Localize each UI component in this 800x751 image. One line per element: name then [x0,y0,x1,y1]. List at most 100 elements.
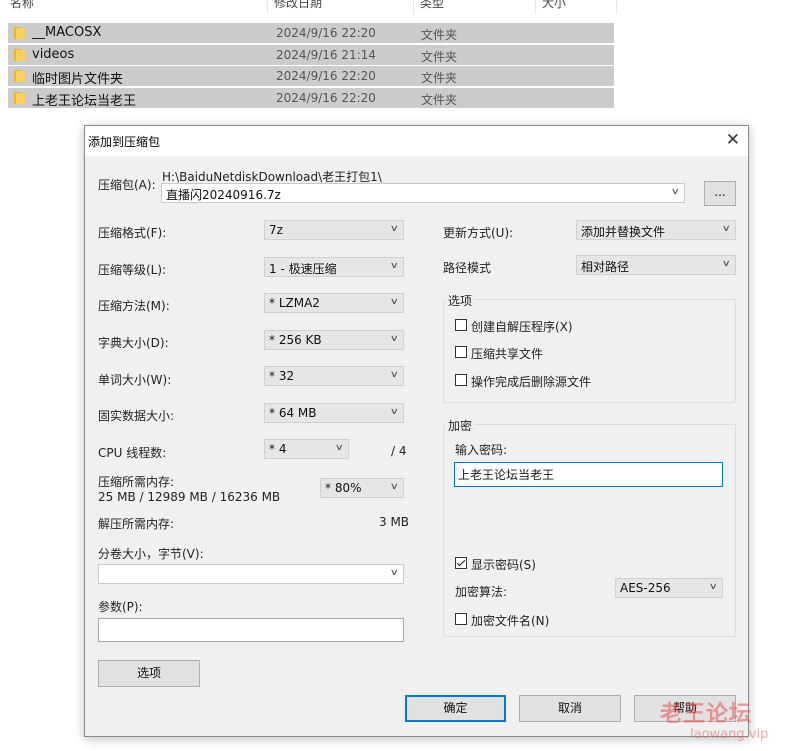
checkbox-icon[interactable] [455,319,467,331]
chevron-down-icon: ∨ [390,482,400,492]
pathmode-value: 相对路径 [581,260,630,274]
update-label: 更新方式(U): [443,226,514,240]
chevron-down-icon: ∨ [390,334,400,344]
format-select[interactable]: 7z ∨ [264,220,404,240]
folder-icon [14,92,25,104]
mem-decomp-value: 3 MB [379,515,410,529]
chevron-down-icon: ∨ [390,261,400,271]
archive-name-combo[interactable]: 直播闪20240916.7z ∨ [161,183,685,203]
mem-comp-value: 25 MB / 12989 MB / 16236 MB [98,490,281,504]
pathmode-label: 路径模式 [443,261,492,275]
file-name: videos [32,47,75,62]
params-input[interactable] [98,618,404,642]
params-label: 参数(P): [98,600,143,614]
chevron-down-icon: ∨ [671,187,681,197]
file-row[interactable]: videos 2024/9/16 21:14 文件夹 [8,45,614,65]
chevron-down-icon: ∨ [709,582,719,592]
encrypt-names-label[interactable]: 加密文件名(N) [471,612,549,629]
method-label: 压缩方法(M): [98,299,170,313]
file-date: 2024/9/16 21:14 [276,48,376,62]
password-input[interactable]: 上老王论坛当老王 [454,462,723,487]
chevron-down-icon: ∨ [390,370,400,380]
dict-label: 字典大小(D): [98,336,169,350]
shared-checkbox-label[interactable]: 压缩共享文件 [471,345,543,362]
column-divider[interactable] [535,0,536,14]
password-value: 上老王论坛当老王 [458,468,555,482]
chevron-down-icon: ∨ [335,443,345,453]
word-select[interactable]: * 32 ∨ [264,366,404,386]
format-value: 7z [269,223,283,237]
file-row[interactable]: 上老王论坛当老王 2024/9/16 22:20 文件夹 [8,88,614,109]
password-label: 输入密码: [455,443,508,457]
file-date: 2024/9/16 22:20 [276,91,376,105]
column-header-size[interactable]: 大小 [542,0,566,11]
watermark-url: laowang.vip [690,727,769,742]
dialog-title: 添加到压缩包 [88,135,161,149]
dict-select[interactable]: * 256 KB ∨ [264,330,404,350]
column-divider[interactable] [267,0,268,14]
cancel-button[interactable]: 取消 [519,695,621,722]
folder-icon [14,27,25,39]
level-value: 1 - 极速压缩 [269,262,337,276]
options-button[interactable]: 选项 [98,660,200,687]
close-icon[interactable]: ✕ [726,130,740,150]
file-name: 上老王论坛当老王 [32,94,137,109]
browse-button[interactable]: ... [704,181,736,206]
show-password-label[interactable]: 显示密码(S) [471,556,536,573]
format-label: 压缩格式(F): [98,226,167,240]
word-label: 单词大小(W): [98,373,172,387]
chevron-down-icon: ∨ [390,224,400,234]
delete-after-checkbox-label[interactable]: 操作完成后删除源文件 [471,373,591,390]
pathmode-select[interactable]: 相对路径 ∨ [576,255,736,275]
column-header-modified[interactable]: 修改日期 [274,0,322,11]
checkbox-icon[interactable] [455,557,467,569]
checkbox-icon[interactable] [455,613,467,625]
enc-method-select[interactable]: AES-256 ∨ [615,578,723,598]
watermark-logo: 老王论坛 [660,702,753,727]
file-type: 文件夹 [421,50,458,64]
threads-select[interactable]: * 4 ∨ [264,439,349,459]
threads-value: * 4 [269,442,287,456]
level-label: 压缩等级(L): [98,263,167,277]
chevron-down-icon: ∨ [390,568,400,578]
column-header-name[interactable]: 名称 [10,0,34,11]
solid-select[interactable]: * 64 MB ∨ [264,403,404,423]
column-header-type[interactable]: 类型 [420,0,444,11]
file-type: 文件夹 [421,93,458,107]
sfx-checkbox-label[interactable]: 创建自解压程序(X) [471,318,573,335]
file-name: __MACOSX [32,25,102,40]
mem-percent-select[interactable]: * 80% ∨ [320,478,404,498]
file-date: 2024/9/16 22:20 [276,69,376,83]
dialog-titlebar[interactable]: 添加到压缩包 ✕ [85,126,748,156]
method-select[interactable]: * LZMA2 ∨ [264,293,404,313]
split-combo[interactable]: ∨ [98,564,404,584]
checkbox-icon[interactable] [455,374,467,386]
add-to-archive-dialog: 添加到压缩包 ✕ 压缩包(A): H:\BaiduNetdiskDownload… [84,125,749,737]
threads-max: / 4 [391,444,407,458]
chevron-down-icon: ∨ [390,407,400,417]
ok-button[interactable]: 确定 [405,695,506,722]
file-name: 临时图片文件夹 [32,72,124,87]
column-divider[interactable] [413,0,414,14]
threads-label: CPU 线程数: [98,446,167,460]
enc-method-label: 加密算法: [455,585,508,599]
column-divider[interactable] [616,0,617,14]
level-select[interactable]: 1 - 极速压缩 ∨ [264,257,404,277]
chevron-down-icon: ∨ [722,259,732,269]
file-row[interactable]: __MACOSX 2024/9/16 22:20 文件夹 [8,23,614,43]
update-select[interactable]: 添加并替换文件 ∨ [576,220,736,240]
file-type: 文件夹 [421,71,458,85]
mem-comp-label: 压缩所需内存: [98,475,175,489]
file-row[interactable]: 临时图片文件夹 2024/9/16 22:20 文件夹 [8,66,614,87]
folder-icon [14,49,25,61]
chevron-down-icon: ∨ [390,297,400,307]
checkbox-icon[interactable] [455,346,467,358]
method-value: * LZMA2 [269,296,320,310]
options-group-title: 选项 [446,292,475,309]
mem-decomp-label: 解压所需内存: [98,517,175,531]
solid-value: * 64 MB [269,406,317,420]
encryption-group-title: 加密 [446,417,475,434]
dict-value: * 256 KB [269,333,322,347]
folder-icon [14,70,25,82]
chevron-down-icon: ∨ [722,224,732,234]
